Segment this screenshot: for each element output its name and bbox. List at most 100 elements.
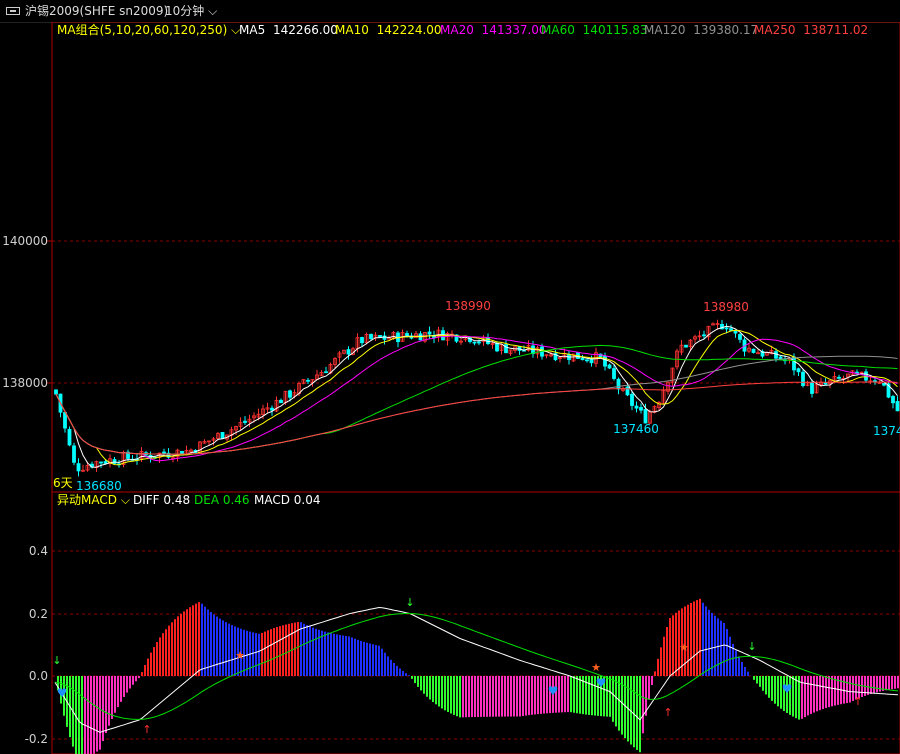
macd-value: MACD 0.04 bbox=[254, 493, 321, 507]
candle-body bbox=[729, 328, 733, 331]
candle-body bbox=[306, 379, 310, 382]
candle-body bbox=[616, 378, 621, 390]
heart-icon: ♥ bbox=[57, 686, 68, 700]
candle-body bbox=[220, 432, 225, 439]
candle-body bbox=[756, 352, 760, 355]
candle-body bbox=[810, 382, 814, 394]
candle-body bbox=[612, 368, 616, 379]
candle-body bbox=[324, 371, 328, 374]
macd-tick-neg0.2: -0.2 bbox=[25, 732, 48, 746]
candle-body bbox=[801, 371, 805, 386]
down-arrow-icon: ↓ bbox=[52, 654, 61, 667]
period-dropdown[interactable]: 10分钟 ⌵ bbox=[165, 0, 217, 22]
ma250-label: MA250 bbox=[754, 23, 795, 37]
candle-body bbox=[63, 412, 67, 429]
low-label-3: 1374 bbox=[873, 424, 900, 438]
low-label-2: 137460 bbox=[613, 422, 659, 436]
high-label-1: 138990 bbox=[445, 299, 491, 313]
up-arrow-icon: ↑ bbox=[663, 706, 672, 719]
ma120-label: MA120 bbox=[644, 23, 685, 37]
y-tick-140000: 140000 bbox=[2, 234, 48, 248]
candle-body bbox=[774, 351, 778, 359]
candle-body bbox=[733, 330, 738, 334]
star-icon: ★ bbox=[235, 649, 245, 662]
price-panel-frame bbox=[51, 22, 900, 493]
candle-body bbox=[751, 348, 756, 353]
candle-body bbox=[405, 333, 409, 337]
up-arrow-icon: ↑ bbox=[853, 695, 862, 708]
candle-body bbox=[589, 359, 594, 364]
ma60-value: 140115.83 bbox=[583, 23, 648, 37]
candle-body bbox=[279, 399, 283, 404]
macd-tick-0.4: 0.4 bbox=[29, 544, 48, 558]
macd-chevron: ⌵ bbox=[121, 493, 130, 507]
candle-body bbox=[895, 401, 900, 412]
ma20-line bbox=[55, 335, 898, 462]
candle-body bbox=[360, 337, 364, 344]
candle-body bbox=[67, 428, 72, 446]
ma5-value: 142266.00 bbox=[273, 23, 338, 37]
candle-body bbox=[346, 349, 351, 355]
down-arrow-icon: ↓ bbox=[747, 640, 756, 653]
candle-body bbox=[472, 341, 477, 344]
candle-body bbox=[607, 364, 612, 369]
low-label-1: 136680 bbox=[76, 479, 122, 493]
up-arrow-icon: ↑ bbox=[142, 723, 151, 736]
kline-chart[interactable]: 140000 138000 0.4 0.2 0.0 -0.2 ↓ ↓ ↓ ↑ ↑ ↑ ★ ★ ★… bbox=[0, 22, 900, 754]
ma-group-label: MA组合(5,10,20,60,120,250) bbox=[57, 22, 227, 37]
candle-body bbox=[288, 390, 292, 398]
title-bar: 沪锡2009(SHFE sn2009) 10分钟 ⌵ bbox=[0, 0, 900, 23]
candle-body bbox=[427, 331, 432, 335]
star-icon: ★ bbox=[591, 661, 601, 674]
candle-body bbox=[495, 343, 499, 352]
candle-body bbox=[823, 382, 828, 385]
candle-body bbox=[103, 461, 108, 464]
candle-body bbox=[76, 463, 81, 472]
star-icon: ★ bbox=[679, 641, 689, 654]
ma10-value: 142224.00 bbox=[377, 23, 442, 37]
heart-icon: ♥ bbox=[782, 682, 793, 696]
high-label-2: 138980 bbox=[703, 300, 749, 314]
candle-body bbox=[643, 408, 648, 424]
macd-tick-0.2: 0.2 bbox=[29, 607, 48, 621]
candle-body bbox=[684, 344, 688, 348]
candle-body bbox=[796, 368, 801, 373]
ma20-label: MA20 bbox=[440, 23, 474, 37]
macd-histogram bbox=[57, 598, 899, 754]
window-icon bbox=[6, 7, 20, 15]
y-tick-138000: 138000 bbox=[2, 376, 48, 390]
candle-body bbox=[891, 396, 895, 404]
ma250-value: 138711.02 bbox=[803, 23, 868, 37]
candle-body bbox=[477, 341, 481, 344]
candle-body bbox=[630, 393, 634, 406]
candle-body bbox=[243, 420, 247, 423]
candles-group bbox=[54, 319, 900, 477]
ma250-line bbox=[55, 381, 898, 455]
ma10-label: MA10 bbox=[335, 23, 369, 37]
candle-body bbox=[54, 389, 58, 395]
days-label: 6天 bbox=[53, 476, 73, 490]
candle-body bbox=[99, 461, 103, 464]
candle-body bbox=[625, 386, 630, 396]
candle-body bbox=[724, 327, 729, 330]
symbol-label[interactable]: 沪锡2009(SHFE sn2009) bbox=[25, 0, 168, 22]
ma20-value: 141337.00 bbox=[482, 23, 547, 37]
candle-body bbox=[837, 376, 841, 379]
candle-body bbox=[639, 407, 643, 411]
ma5-label: MA5 bbox=[239, 23, 265, 37]
heart-icon: ♥ bbox=[596, 676, 607, 690]
macd-tick-0.0: 0.0 bbox=[29, 669, 48, 683]
candle-body bbox=[702, 334, 706, 337]
down-arrow-icon: ↓ bbox=[405, 596, 414, 609]
macd-legend[interactable]: 异动MACD ⌵ DIFF 0.48 DEA 0.46 MACD 0.04 bbox=[57, 493, 321, 507]
candle-body bbox=[603, 355, 607, 367]
candle-body bbox=[270, 407, 274, 411]
ma60-label: MA60 bbox=[541, 23, 575, 37]
dea-value: DEA 0.46 bbox=[194, 493, 250, 507]
candle-body bbox=[72, 445, 76, 463]
ma-legend[interactable]: MA组合(5,10,20,60,120,250) ⌵ MA5 142266.00… bbox=[57, 22, 868, 37]
candle-body bbox=[882, 383, 886, 386]
ma120-line bbox=[55, 355, 898, 455]
macd-indicator-label: 异动MACD bbox=[57, 493, 117, 507]
candle-body bbox=[378, 335, 382, 338]
